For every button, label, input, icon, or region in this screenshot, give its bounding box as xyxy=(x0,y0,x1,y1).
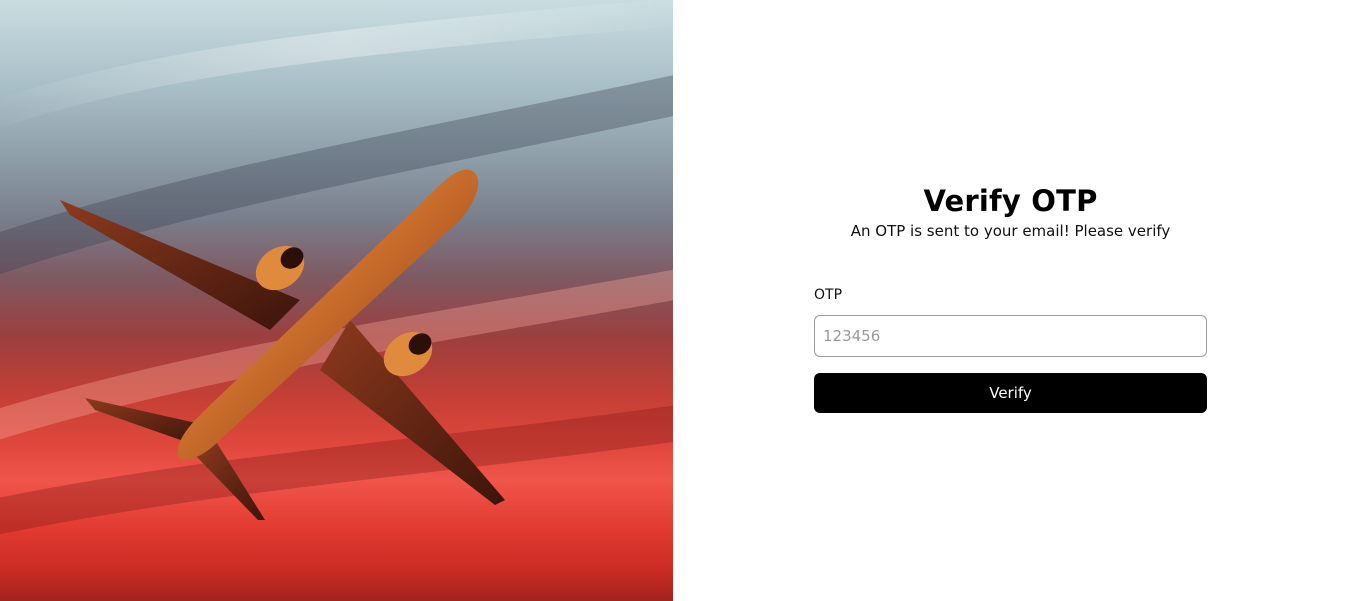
otp-page: Verify OTP An OTP is sent to your email!… xyxy=(0,0,1348,601)
hero-image xyxy=(0,0,673,601)
airplane-illustration xyxy=(0,0,673,535)
otp-label: OTP xyxy=(814,287,843,303)
verify-button[interactable]: Verify xyxy=(814,373,1207,413)
form-panel: Verify OTP An OTP is sent to your email!… xyxy=(673,0,1348,601)
otp-input[interactable] xyxy=(814,315,1207,357)
page-title: Verify OTP xyxy=(923,184,1098,218)
page-subtitle: An OTP is sent to your email! Please ver… xyxy=(850,222,1171,240)
